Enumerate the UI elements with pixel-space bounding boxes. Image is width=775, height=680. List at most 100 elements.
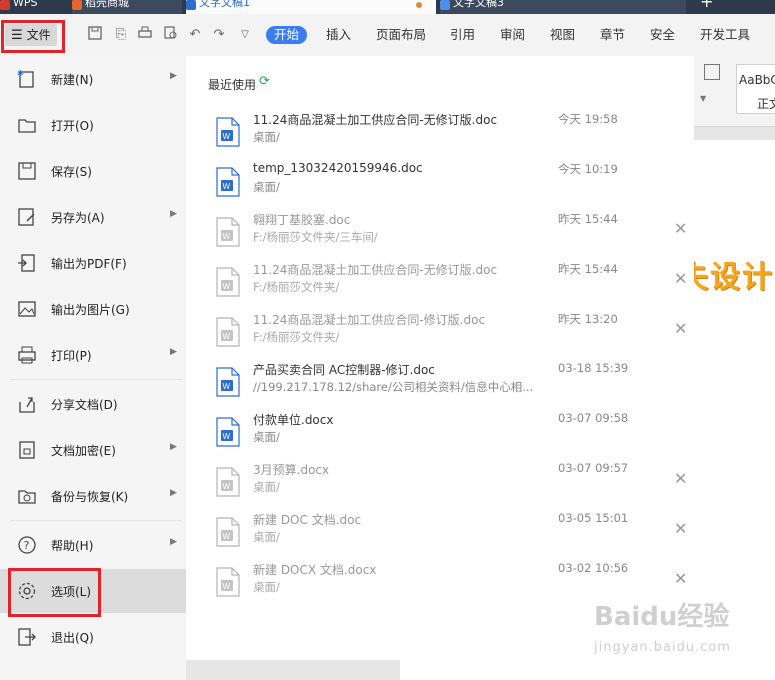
redo-icon[interactable]: ↷ (210, 26, 228, 44)
word-doc-icon (186, 0, 196, 10)
tab-wps-home[interactable]: WPS (0, 0, 70, 14)
recent-file-path: 桌面/ (253, 480, 280, 494)
print-icon[interactable] (136, 26, 154, 44)
chevron-down-icon[interactable]: ▼ (700, 94, 706, 103)
menu-item-new[interactable]: ✱ 新建(N) ▶ (0, 59, 186, 99)
recent-file-row[interactable]: W 新建 DOC 文档.doc 桌面/03-05 15:01 ✕ (186, 509, 694, 559)
tab-security[interactable]: 安全 (650, 26, 675, 44)
recent-file-row[interactable]: W 11.24商品混凝土加工供应合同-修订版.doc F:/杨丽莎文件夹/昨天 13… (186, 309, 694, 359)
recent-file-row[interactable]: W 付款单位.docx 桌面/03-07 09:58 (186, 409, 694, 459)
undo-icon[interactable]: ↶ (186, 26, 204, 44)
recent-file-path: 桌面/ (253, 180, 280, 194)
tab-view[interactable]: 视图 (550, 26, 575, 44)
style-gallery-item[interactable]: AaBbC 正文 (736, 64, 775, 114)
baidu-watermark-url: jingyan.baidu.com (594, 640, 731, 655)
recent-file-row[interactable]: W 翱翔丁基胶塞.doc F:/杨丽莎文件夹/三车间/昨天 15:44 ✕ (186, 209, 694, 259)
chevron-right-icon: ▶ (170, 71, 177, 81)
recent-file-name: 11.24商品混凝土加工供应合同-无修订版.doc (253, 263, 498, 277)
svg-text:W: W (223, 482, 231, 491)
recent-file-path: 桌面/ (253, 530, 280, 544)
highlight-box-file (1, 20, 65, 53)
tab-wps-label: WPS (13, 0, 38, 9)
svg-text:W: W (223, 132, 231, 141)
new-doc-icon: ✱ (17, 69, 34, 88)
close-icon[interactable]: ✕ (674, 269, 687, 288)
recent-file-name: 11.24商品混凝土加工供应合同-无修订版.doc (253, 113, 498, 127)
menu-item-print[interactable]: 打印(P) ▶ (0, 335, 186, 375)
menu-item-encrypt[interactable]: 文档加密(E) ▶ (0, 430, 186, 470)
menu-item-label: 新建(N) (51, 73, 94, 87)
menu-item-save-as[interactable]: 另存为(A) ▶ (0, 197, 186, 237)
recent-file-time: 今天 19:58 (558, 112, 618, 126)
print-icon (18, 346, 36, 364)
tab-chapter[interactable]: 章节 (600, 26, 625, 44)
tab-document-1[interactable]: 文字文稿1 (186, 0, 436, 14)
recent-file-path: F:/杨丽莎文件夹/三车间/ (253, 230, 378, 244)
table-grid-icon[interactable] (704, 64, 720, 80)
word-doc-icon: W (216, 567, 240, 597)
menu-item-export-pdf[interactable]: 输出为PDF(F) (0, 243, 186, 283)
recent-file-name: 新建 DOCX 文档.docx (253, 563, 377, 577)
exit-icon (18, 628, 36, 646)
tab-document-3-label: 文字文稿3 (453, 0, 504, 9)
encrypt-icon (19, 441, 35, 459)
recent-file-name: 3月预算.docx (253, 463, 330, 477)
recent-file-row[interactable]: Wtemp_13032420159946.doc 桌面/今天 10:19 (186, 159, 694, 209)
tab-references[interactable]: 引用 (450, 26, 475, 44)
menu-item-backup[interactable]: 备份与恢复(K) ▶ (0, 476, 186, 516)
save-icon[interactable] (86, 26, 104, 44)
recent-file-time: 03-18 15:39 (558, 361, 629, 375)
recent-file-row[interactable]: W 3月预算.docx 桌面/03-07 09:57 ✕ (186, 459, 694, 509)
chevron-right-icon: ▶ (170, 347, 177, 357)
close-icon[interactable]: ✕ (674, 469, 687, 488)
recent-file-path: F:/杨丽莎文件夹/ (253, 280, 340, 294)
menu-item-save[interactable]: 保存(S) (0, 151, 186, 191)
tab-store-label: 稻壳商城 (85, 0, 129, 9)
share-icon (19, 397, 35, 413)
word-doc-icon: W (216, 117, 240, 147)
recent-file-name: 翱翔丁基胶塞.doc (253, 213, 351, 227)
tab-store[interactable]: 稻壳商城 (72, 0, 182, 14)
tab-insert[interactable]: 插入 (326, 26, 351, 44)
recent-file-time: 昨天 15:44 (558, 212, 618, 226)
style-sample-text: AaBbC (739, 73, 775, 87)
recent-file-path: F:/杨丽莎文件夹/ (253, 330, 340, 344)
baidu-watermark: Baidu经验 (594, 602, 730, 632)
menu-item-exit[interactable]: 退出(Q) (0, 617, 186, 657)
close-icon[interactable]: ✕ (674, 569, 687, 588)
tab-document-3[interactable]: 文字文稿3 (440, 0, 686, 14)
close-icon[interactable]: ✕ (674, 519, 687, 538)
menu-divider (10, 379, 182, 380)
menu-item-label: 退出(Q) (51, 631, 94, 645)
tab-developer[interactable]: 开发工具 (700, 26, 750, 44)
menu-item-help[interactable]: ? 帮助(H) ▶ (0, 525, 186, 565)
tab-review[interactable]: 审阅 (500, 26, 525, 44)
refresh-icon[interactable]: ⟳ (259, 74, 270, 89)
svg-text:W: W (223, 532, 231, 541)
recent-file-time: 今天 10:19 (558, 162, 618, 176)
menu-item-open[interactable]: 打开(O) (0, 105, 186, 145)
close-icon[interactable]: ✕ (674, 219, 687, 238)
chevron-down-icon[interactable]: ▽ (236, 26, 254, 44)
menu-item-share[interactable]: 分享文档(D) (0, 384, 186, 424)
recent-file-row[interactable]: W 11.24商品混凝土加工供应合同-无修订版.doc 桌面/今天 19:58 (186, 109, 694, 159)
new-tab-button[interactable]: + (700, 0, 720, 14)
menu-item-label: 输出为PDF(F) (51, 257, 127, 271)
menu-item-export-image[interactable]: 输出为图片(G) (0, 289, 186, 329)
tab-start[interactable]: 开始 (266, 26, 308, 44)
close-icon[interactable]: ✕ (674, 319, 687, 338)
menu-item-label: 帮助(H) (51, 539, 94, 553)
tab-page-layout[interactable]: 页面布局 (376, 26, 426, 44)
chevron-right-icon: ▶ (170, 442, 177, 452)
export-image-icon (18, 301, 36, 317)
print-preview-icon[interactable] (162, 26, 180, 44)
recent-file-row[interactable]: W 11.24商品混凝土加工供应合同-无修订版.doc F:/杨丽莎文件夹/昨天 1… (186, 259, 694, 309)
format-painter-icon[interactable]: ⎘ (112, 26, 130, 44)
recent-file-row[interactable]: W 产品买卖合同 AC控制器-修订.doc //199.217.178.12/sha… (186, 359, 694, 409)
menu-item-label: 打开(O) (51, 119, 94, 133)
word-doc-icon: W (216, 467, 240, 497)
menu-item-label: 保存(S) (51, 165, 92, 179)
svg-text:?: ? (24, 539, 30, 552)
tab-document-1-label: 文字文稿1 (199, 0, 250, 9)
save-as-icon (18, 208, 35, 226)
